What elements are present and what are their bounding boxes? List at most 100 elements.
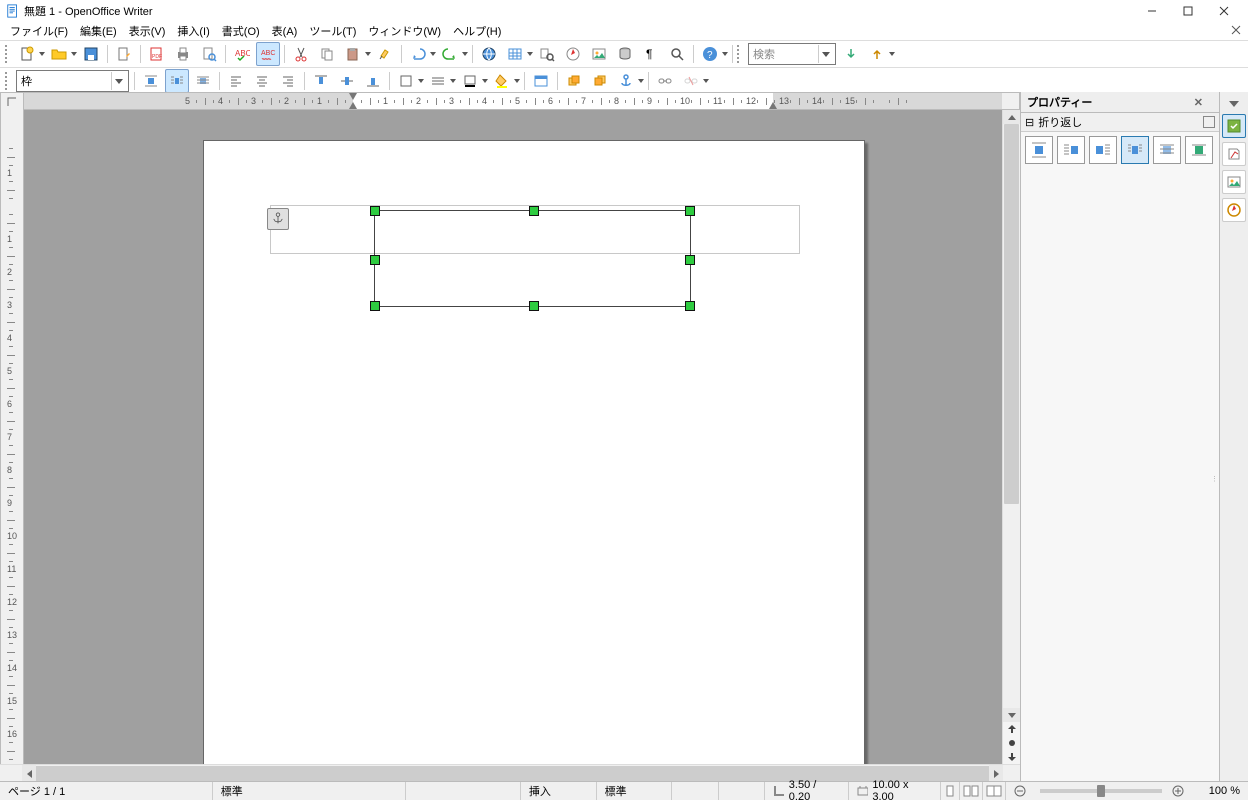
data-sources-button[interactable] xyxy=(613,42,637,66)
wrap-parallel-button[interactable] xyxy=(1121,136,1149,164)
send-to-back-button[interactable] xyxy=(588,69,612,93)
horizontal-ruler[interactable]: 54321123456789101112131415 xyxy=(24,92,1002,110)
vertical-scrollbar[interactable] xyxy=(1002,110,1020,764)
selected-frame[interactable] xyxy=(374,210,691,307)
search-up-button[interactable] xyxy=(865,42,889,66)
align-center-h-button[interactable] xyxy=(250,69,274,93)
align-bottom-button[interactable] xyxy=(361,69,385,93)
menu-view[interactable]: 表示(V) xyxy=(123,22,172,40)
search-down-button[interactable] xyxy=(839,42,863,66)
wrap-right-button[interactable] xyxy=(1089,136,1117,164)
table-dropdown[interactable] xyxy=(526,43,534,65)
toolbar-grip[interactable] xyxy=(5,45,11,63)
resize-handle-w[interactable] xyxy=(370,255,380,265)
scroll-left-arrow[interactable] xyxy=(22,765,36,782)
anchor-dropdown[interactable] xyxy=(637,70,645,92)
resize-handle-ne[interactable] xyxy=(685,206,695,216)
edit-button[interactable] xyxy=(112,42,136,66)
resize-handle-s[interactable] xyxy=(529,301,539,311)
status-language[interactable] xyxy=(406,782,521,800)
horizontal-scrollbar[interactable] xyxy=(22,765,1003,782)
wrap-optimal-button[interactable] xyxy=(1185,136,1213,164)
align-right-button[interactable] xyxy=(276,69,300,93)
resize-handle-e[interactable] xyxy=(685,255,695,265)
view-book[interactable] xyxy=(983,782,1006,800)
status-sel-mode[interactable]: 標準 xyxy=(597,782,673,800)
print-button[interactable] xyxy=(171,42,195,66)
nav-browse-button[interactable] xyxy=(1003,736,1020,750)
section-more-icon[interactable] xyxy=(1203,116,1215,128)
resize-handle-sw[interactable] xyxy=(370,301,380,311)
anchor-button[interactable] xyxy=(614,69,638,93)
menu-file[interactable]: ファイル(F) xyxy=(4,22,74,40)
chevron-down-icon[interactable] xyxy=(111,72,126,90)
paste-button[interactable] xyxy=(341,42,365,66)
borders-dropdown[interactable] xyxy=(417,70,425,92)
menu-help[interactable]: ヘルプ(H) xyxy=(447,22,507,40)
vertical-ruler[interactable]: 123456789101112131415161 xyxy=(0,110,24,764)
menu-table[interactable]: 表(A) xyxy=(266,22,304,40)
chevron-down-icon[interactable] xyxy=(818,45,833,63)
export-pdf-button[interactable]: PDF xyxy=(145,42,169,66)
print-preview-button[interactable] xyxy=(197,42,221,66)
search-combo[interactable]: 検索 xyxy=(748,43,836,65)
zoom-out-button[interactable] xyxy=(1006,782,1034,800)
navigator-button[interactable] xyxy=(561,42,585,66)
wrap-left-button[interactable] xyxy=(1057,136,1085,164)
find-toolbar-grip[interactable] xyxy=(737,45,743,63)
open-dropdown[interactable] xyxy=(70,43,78,65)
format-paintbrush-button[interactable] xyxy=(373,42,397,66)
status-signature[interactable] xyxy=(719,782,765,800)
resize-handle-nw[interactable] xyxy=(370,206,380,216)
styles-tab[interactable] xyxy=(1222,142,1246,166)
unlink-frames-button[interactable] xyxy=(679,69,703,93)
new-button[interactable] xyxy=(15,42,39,66)
wrap-off-button[interactable] xyxy=(139,69,163,93)
redo-button[interactable] xyxy=(438,42,462,66)
redo-dropdown[interactable] xyxy=(461,43,469,65)
menu-window[interactable]: ウィンドウ(W) xyxy=(362,22,447,40)
status-style[interactable]: 標準 xyxy=(213,782,406,800)
scrollbar-thumb[interactable] xyxy=(1004,124,1019,504)
nav-next-button[interactable] xyxy=(1003,750,1020,764)
sidebar-config-button[interactable] xyxy=(1223,98,1245,110)
border-color-dropdown[interactable] xyxy=(481,70,489,92)
wrap-through-button-2[interactable] xyxy=(1153,136,1181,164)
scroll-right-arrow[interactable] xyxy=(989,765,1003,782)
status-page[interactable]: ページ 1 / 1 xyxy=(0,782,213,800)
menu-edit[interactable]: 編集(E) xyxy=(74,22,123,40)
nav-prev-button[interactable] xyxy=(1003,722,1020,736)
help-button[interactable]: ? xyxy=(698,42,722,66)
zoom-slider[interactable] xyxy=(1040,789,1162,793)
background-color-button[interactable] xyxy=(490,69,514,93)
undo-dropdown[interactable] xyxy=(429,43,437,65)
save-button[interactable] xyxy=(79,42,103,66)
open-button[interactable] xyxy=(47,42,71,66)
find-button[interactable] xyxy=(535,42,559,66)
hscroll-thumb[interactable] xyxy=(36,766,989,781)
zoom-in-button[interactable] xyxy=(1168,782,1188,800)
menu-tools[interactable]: ツール(T) xyxy=(303,22,362,40)
scroll-up-arrow[interactable] xyxy=(1003,110,1020,124)
resize-handle-se[interactable] xyxy=(685,301,695,311)
maximize-button[interactable] xyxy=(1170,0,1206,22)
wrap-through-button[interactable] xyxy=(191,69,215,93)
status-insert-mode[interactable]: 挿入 xyxy=(521,782,597,800)
resize-handle-n[interactable] xyxy=(529,206,539,216)
menu-insert[interactable]: 挿入(I) xyxy=(171,22,215,40)
align-top-button[interactable] xyxy=(309,69,333,93)
new-dropdown[interactable] xyxy=(38,43,46,65)
gallery-button[interactable] xyxy=(587,42,611,66)
hyperlink-button[interactable] xyxy=(477,42,501,66)
ruler-corner[interactable] xyxy=(0,92,24,112)
panel-section-wrap[interactable]: ⊟ 折り返し xyxy=(1021,113,1219,132)
gallery-tab[interactable] xyxy=(1222,170,1246,194)
zoom-value[interactable]: 100 % xyxy=(1188,782,1248,800)
properties-tab[interactable] xyxy=(1222,114,1246,138)
find-toolbar-more[interactable] xyxy=(888,43,896,65)
wrap-page-button[interactable] xyxy=(165,69,189,93)
copy-button[interactable] xyxy=(315,42,339,66)
zoom-button[interactable] xyxy=(665,42,689,66)
toolbar-grip-2[interactable] xyxy=(5,72,11,90)
anchor-icon[interactable] xyxy=(267,208,289,230)
